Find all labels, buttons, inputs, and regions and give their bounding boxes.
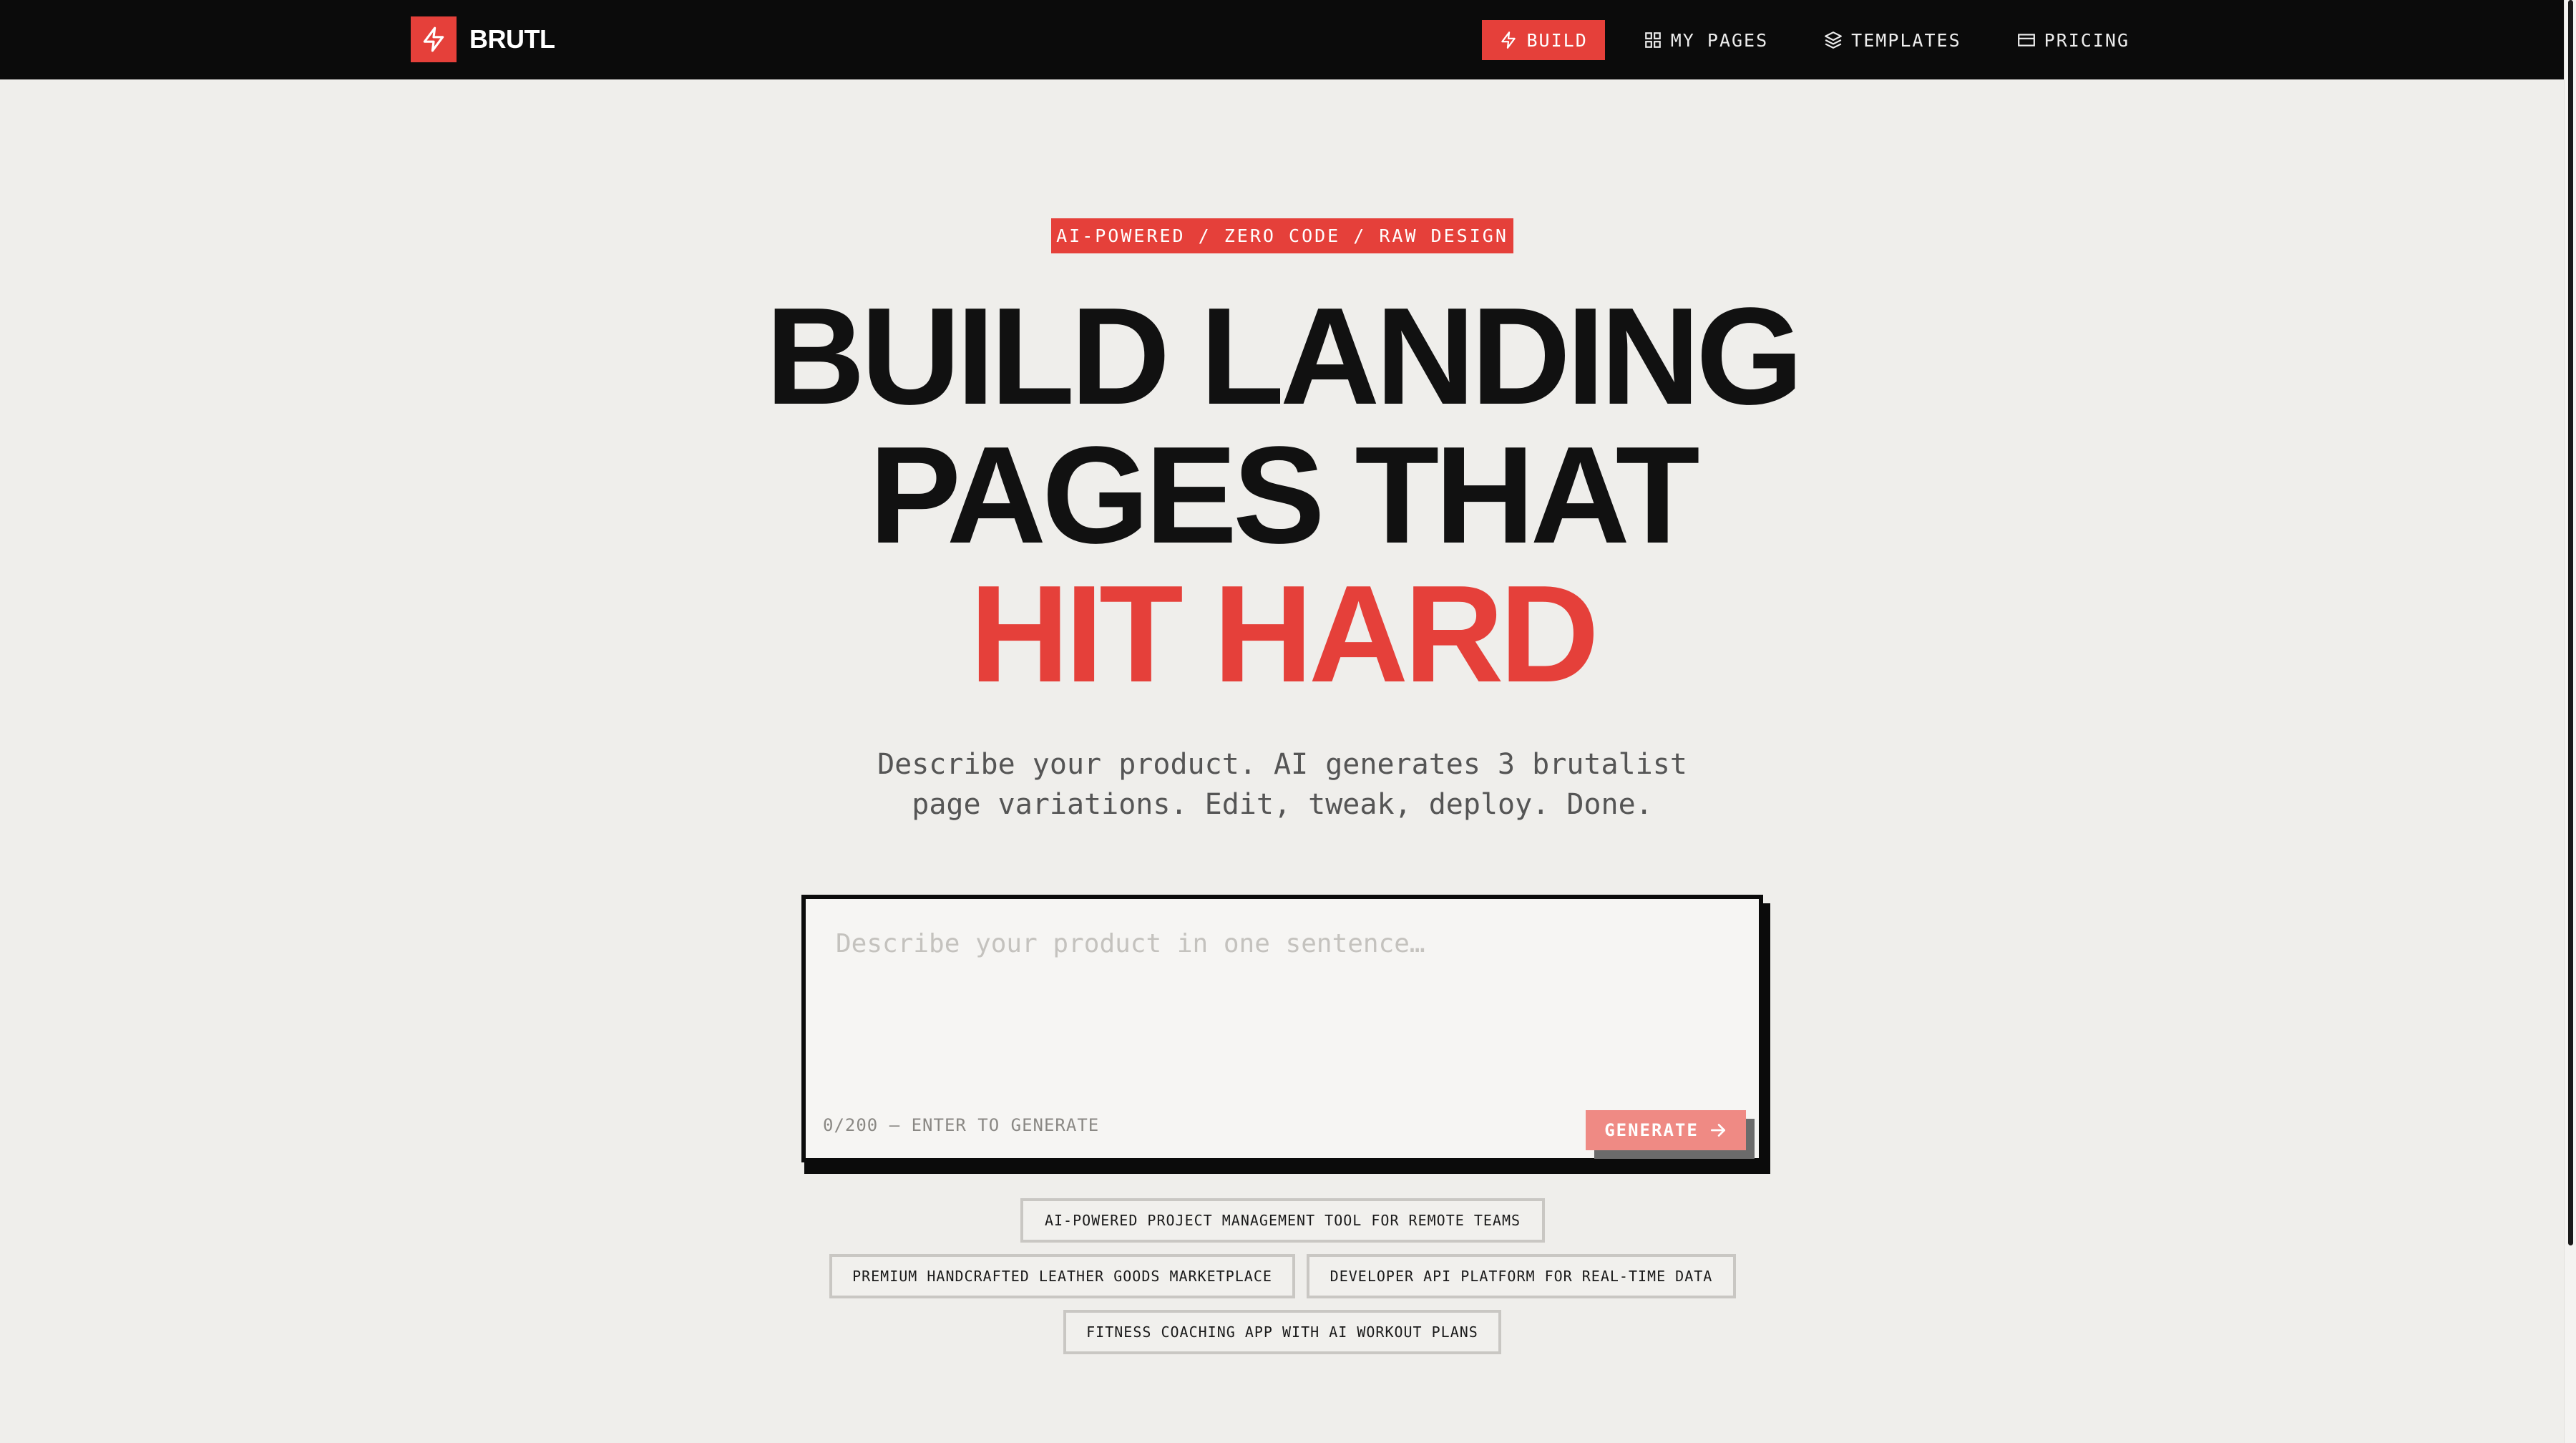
brand-logo[interactable]: BRUTL: [411, 16, 555, 62]
nav-links: BUILD MY PAGES TEMPLATES PRICING: [1482, 20, 2147, 60]
layers-icon: [1825, 31, 1843, 49]
credit-card-icon: [2017, 34, 2035, 47]
zap-icon: [1501, 31, 1516, 49]
top-nav-bar: BRUTL BUILD MY PAGES TEMPLATES PRICING: [0, 0, 2565, 79]
subtext-line-2: page variations. Edit, tweak, deploy. Do…: [912, 788, 1653, 821]
scrollbar-thumb[interactable]: [2568, 0, 2573, 1245]
suggestion-chip[interactable]: DEVELOPER API PLATFORM FOR REAL-TIME DAT…: [1307, 1254, 1736, 1298]
hero-headline: BUILD LANDING PAGES THAT HIT HARD: [0, 286, 2565, 703]
hero-subtext: Describe your product. AI generates 3 br…: [0, 744, 2565, 825]
nav-build-label: BUILD: [1526, 29, 1588, 51]
headline-line-2: PAGES THAT: [869, 417, 1699, 572]
arrow-right-icon: [1710, 1124, 1725, 1137]
headline-line-1: BUILD LANDING: [765, 278, 1803, 433]
generate-button-label: GENERATE: [1604, 1120, 1699, 1140]
product-description-input[interactable]: [836, 929, 1730, 1029]
lightning-bolt-icon: [411, 16, 457, 62]
hero-badge: AI-POWERED / ZERO CODE / RAW DESIGN: [1051, 218, 1513, 253]
nav-templates-label: TEMPLATES: [1851, 29, 1961, 51]
nav-pricing-label: PRICING: [2044, 29, 2129, 51]
grid-icon: [1644, 32, 1661, 48]
suggestion-chip[interactable]: FITNESS COACHING APP WITH AI WORKOUT PLA…: [1063, 1310, 1501, 1354]
nav-pricing[interactable]: PRICING: [2000, 20, 2147, 60]
nav-my-pages[interactable]: MY PAGES: [1626, 20, 1785, 60]
suggestion-chip[interactable]: AI-POWERED PROJECT MANAGEMENT TOOL FOR R…: [1020, 1198, 1545, 1243]
generate-button[interactable]: GENERATE: [1586, 1110, 1746, 1150]
character-counter: 0/200 — ENTER TO GENERATE: [823, 1115, 1100, 1135]
prompt-box: 0/200 — ENTER TO GENERATE GENERATE: [801, 895, 1763, 1162]
suggestion-chip[interactable]: PREMIUM HANDCRAFTED LEATHER GOODS MARKET…: [829, 1254, 1295, 1298]
headline-accent: HIT HARD: [969, 556, 1599, 711]
page-scrollbar[interactable]: [2564, 0, 2576, 1443]
nav-build[interactable]: BUILD: [1482, 20, 1605, 60]
nav-templates[interactable]: TEMPLATES: [1807, 20, 1978, 60]
subtext-line-1: Describe your product. AI generates 3 br…: [877, 748, 1687, 781]
brand-name: BRUTL: [469, 24, 555, 54]
nav-my-pages-label: MY PAGES: [1670, 29, 1769, 51]
